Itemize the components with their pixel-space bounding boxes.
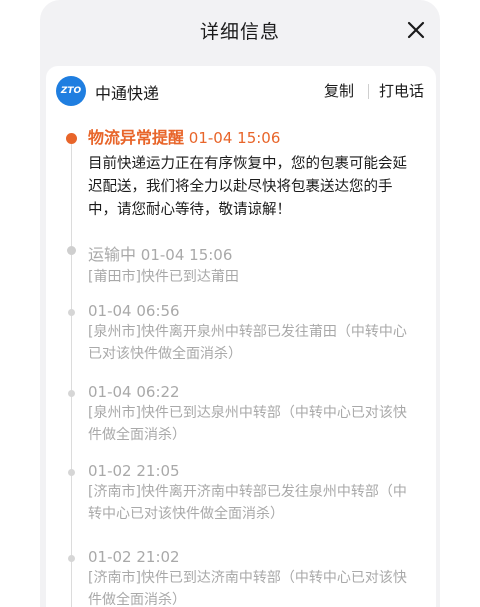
zto-logo-icon: ZTO <box>56 76 86 106</box>
event-time: 01-04 15:06 <box>188 129 281 147</box>
action-divider <box>368 84 369 99</box>
event-status: 运输中 <box>88 245 137 264</box>
event-text: [泉州市]快件离开泉州中转部已发往莆田（中转中心已对该快件做全面消杀） <box>88 324 407 362</box>
page-title: 详细信息 <box>199 21 280 43</box>
event-status: 物流异常提醒 <box>88 128 185 147</box>
event-time: 01-02 21:05 <box>88 462 180 480</box>
timeline-dot <box>68 555 75 562</box>
event-text: [莆田市]快件已到达莆田 <box>88 269 239 285</box>
timeline-dot <box>67 246 76 255</box>
copy-button[interactable]: 复制 <box>324 80 354 101</box>
call-button[interactable]: 打电话 <box>379 80 424 101</box>
timeline-dot <box>68 390 75 397</box>
timeline-line <box>71 139 72 607</box>
timeline-dot <box>68 309 75 316</box>
event-time: 01-02 21:02 <box>88 548 180 566</box>
timeline-event: 运输中 01-04 15:06 [莆田市]快件已到达莆田 <box>88 241 418 288</box>
carrier-row: ZTO 中通快递 复制 打电话 <box>46 66 436 118</box>
event-header: 物流异常提醒 01-04 15:06 <box>88 124 418 148</box>
timeline-dot <box>68 469 75 476</box>
event-text: [济南市]快件离开济南中转部已发往泉州中转部（中转中心已对该快件做全面消杀） <box>88 484 407 522</box>
event-time: 01-04 15:06 <box>140 246 233 264</box>
timeline-event: 01-02 21:02 [济南市]快件已到达济南中转部（中转中心已对该快件做全面… <box>88 548 418 607</box>
sheet-header: 详细信息 <box>40 0 440 62</box>
event-header: 运输中 01-04 15:06 <box>88 241 418 265</box>
timeline-event: 01-04 06:56 [泉州市]快件离开泉州中转部已发往莆田（中转中心已对该快… <box>88 302 418 365</box>
timeline-event-alert: 物流异常提醒 01-04 15:06 目前快递运力正在有序恢复中，您的包裹可能会… <box>88 124 418 222</box>
timeline-event: 01-02 21:05 [济南市]快件离开济南中转部已发往泉州中转部（中转中心已… <box>88 462 418 525</box>
carrier-name: 中通快递 <box>95 84 160 103</box>
detail-sheet: 详细信息 ZTO 中通快递 复制 打电话 物流异常提醒 01-04 15:06 <box>40 0 440 607</box>
event-text: 目前快递运力正在有序恢复中，您的包裹可能会延迟配送，我们将全力以赴尽快将包裹送达… <box>88 156 407 218</box>
event-text: [泉州市]快件已到达泉州中转部（中转中心已对该快件做全面消杀） <box>88 405 407 443</box>
timeline-event: 01-04 06:22 [泉州市]快件已到达泉州中转部（中转中心已对该快件做全面… <box>88 383 418 446</box>
tracking-card: ZTO 中通快递 复制 打电话 物流异常提醒 01-04 15:06 目前快递运… <box>46 66 436 607</box>
event-text: [济南市]快件已到达济南中转部（中转中心已对该快件做全面消杀） <box>88 570 407 607</box>
event-time: 01-04 06:22 <box>88 383 180 401</box>
event-time: 01-04 06:56 <box>88 302 180 320</box>
close-icon[interactable] <box>406 20 426 40</box>
timeline-dot-alert <box>66 133 77 144</box>
